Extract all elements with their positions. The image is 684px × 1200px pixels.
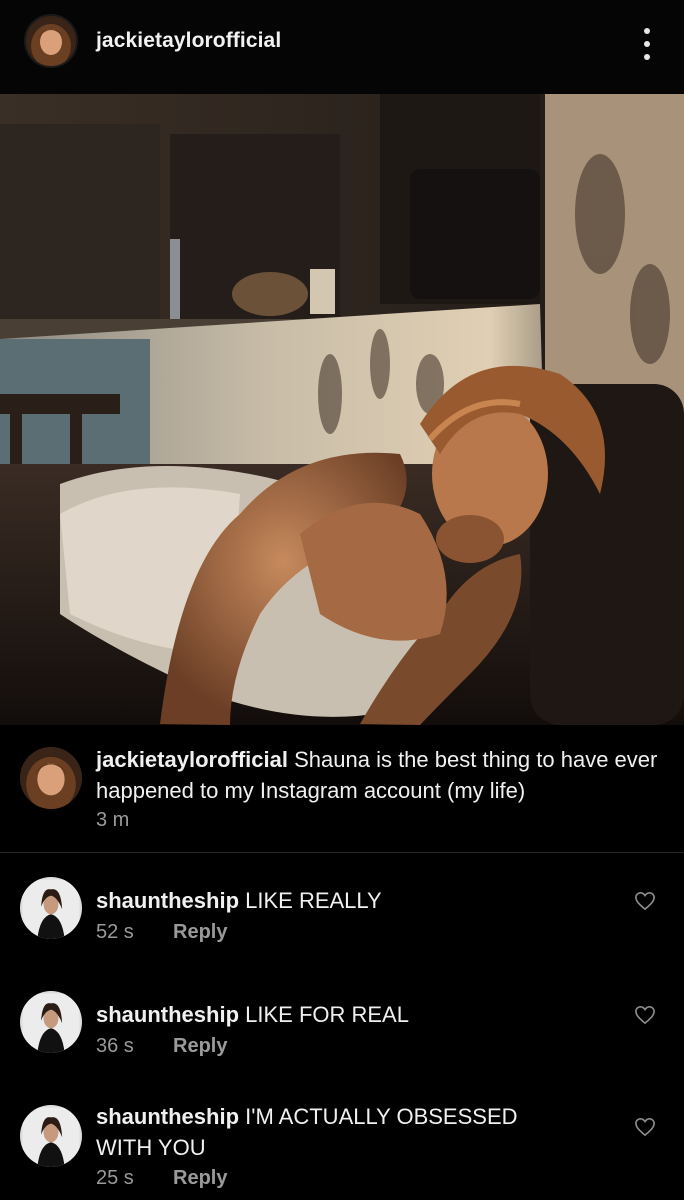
like-heart-icon[interactable] bbox=[634, 1117, 656, 1137]
commenter-avatar[interactable] bbox=[20, 877, 82, 939]
comment-meta: 25 s Reply bbox=[96, 1167, 227, 1190]
caption-author-avatar[interactable] bbox=[20, 747, 82, 809]
comment-timestamp: 25 s bbox=[96, 1167, 134, 1189]
commenter-avatar[interactable] bbox=[20, 991, 82, 1053]
reply-button[interactable]: Reply bbox=[173, 921, 227, 943]
commenter-avatar[interactable] bbox=[20, 1105, 82, 1167]
more-options-icon[interactable] bbox=[636, 24, 658, 64]
comment-username[interactable]: shauntheship bbox=[96, 1104, 239, 1129]
like-heart-icon[interactable] bbox=[634, 891, 656, 911]
comment-username[interactable]: shauntheship bbox=[96, 1002, 239, 1027]
post-caption: jackietaylorofficial Shauna is the best … bbox=[0, 725, 684, 852]
comment-text-block: shauntheship LIKE FOR REAL bbox=[96, 999, 576, 1030]
author-username[interactable]: jackietaylorofficial bbox=[96, 29, 281, 53]
comment-username[interactable]: shauntheship bbox=[96, 888, 239, 913]
reply-button[interactable]: Reply bbox=[173, 1035, 227, 1057]
like-heart-icon[interactable] bbox=[634, 1005, 656, 1025]
author-avatar[interactable] bbox=[26, 16, 76, 66]
reply-button[interactable]: Reply bbox=[173, 1167, 227, 1189]
caption-username[interactable]: jackietaylorofficial bbox=[96, 747, 288, 772]
comment-body: LIKE REALLY bbox=[245, 888, 382, 913]
post-header: jackietaylorofficial bbox=[0, 0, 684, 94]
comment-meta: 52 s Reply bbox=[96, 921, 227, 944]
comment-timestamp: 52 s bbox=[96, 921, 134, 943]
caption-text-block: jackietaylorofficial Shauna is the best … bbox=[96, 744, 676, 806]
comment-body: LIKE FOR REAL bbox=[245, 1002, 409, 1027]
comment-timestamp: 36 s bbox=[96, 1035, 134, 1057]
caption-timestamp: 3 m bbox=[96, 809, 130, 831]
comment-text-block: shauntheship I'M ACTUALLY OBSESSED WITH … bbox=[96, 1101, 566, 1163]
divider bbox=[0, 852, 684, 853]
comment-text-block: shauntheship LIKE REALLY bbox=[96, 885, 576, 916]
comment-meta: 36 s Reply bbox=[96, 1035, 227, 1058]
post-photo[interactable] bbox=[0, 94, 684, 725]
